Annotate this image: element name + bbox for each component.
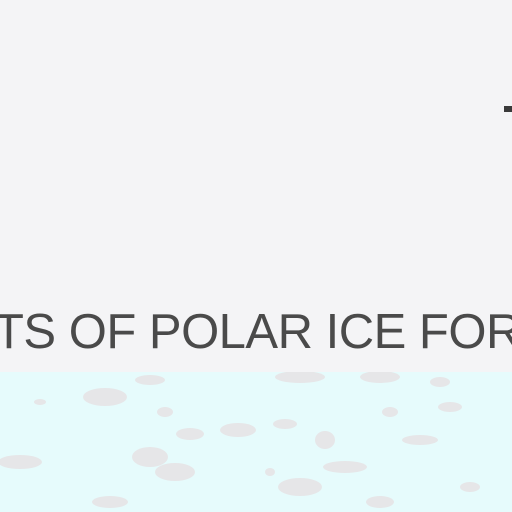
ice-floes [0, 372, 480, 508]
edge-mark [504, 106, 512, 112]
headline-text: TS OF POLAR ICE FOR [0, 305, 512, 359]
ice-image [0, 372, 512, 512]
